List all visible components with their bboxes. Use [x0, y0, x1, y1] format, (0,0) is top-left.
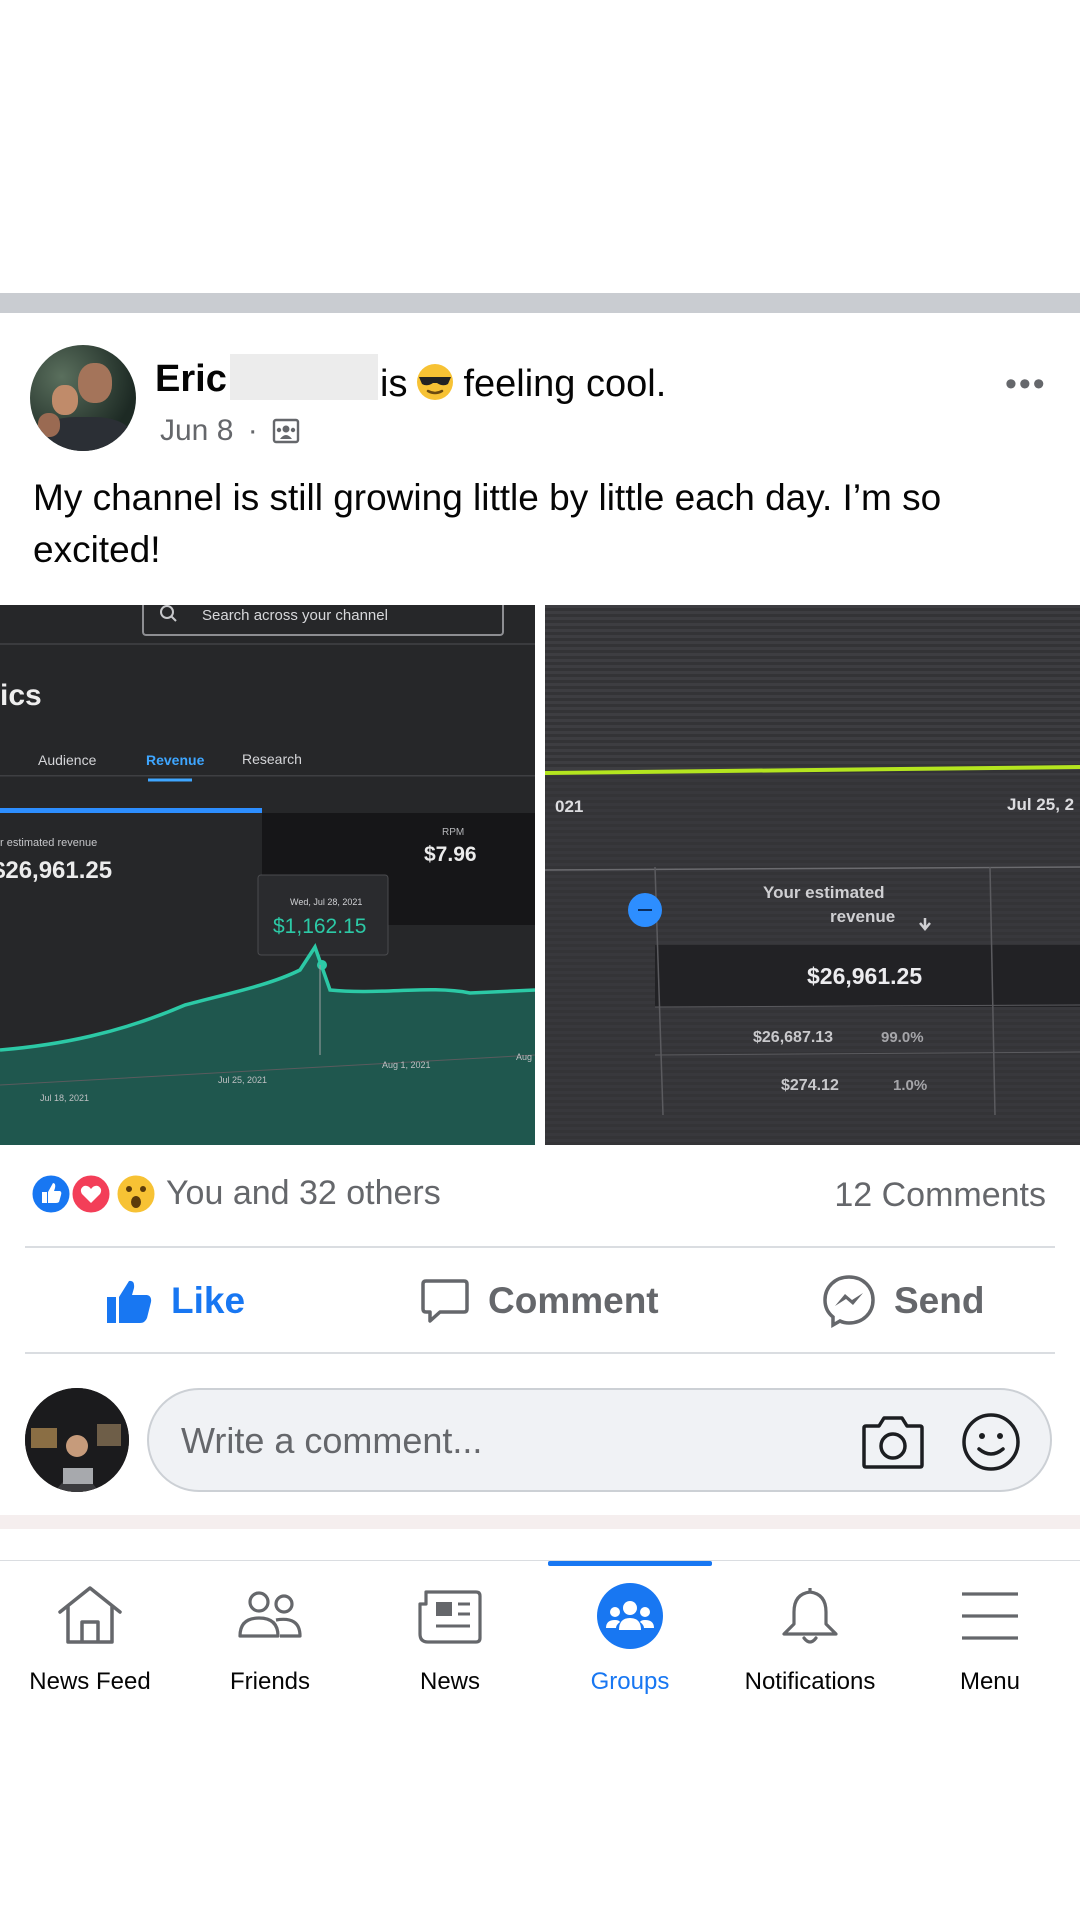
tabbar-border — [0, 1560, 1080, 1561]
friends-icon — [238, 1591, 302, 1638]
tab-notifications[interactable]: Notifications — [720, 1580, 900, 1695]
bell-icon — [782, 1588, 838, 1644]
divider-bottom — [25, 1352, 1055, 1354]
groups-icon — [597, 1583, 663, 1649]
table-header-line2: revenue — [830, 907, 896, 926]
comment-input[interactable]: Write a comment... — [147, 1388, 1052, 1492]
photo-analytics-chart[interactable]: Search across your channel ics Audience … — [0, 605, 535, 1145]
tab-friends[interactable]: Friends — [180, 1580, 360, 1695]
comment-label: Comment — [488, 1280, 659, 1321]
tab-menu-label: Menu — [959, 1668, 1021, 1695]
comments-count[interactable]: 12 Comments — [834, 1176, 1046, 1215]
tab-menu[interactable]: Menu — [900, 1580, 1080, 1695]
tab-news-feed[interactable]: News Feed — [0, 1580, 180, 1695]
redacted-surname — [230, 354, 378, 400]
tab-notifications-label: Notifications — [744, 1668, 876, 1695]
photo-revenue-table[interactable]: 021 Jul 25, 2 Your estimated revenue $26… — [545, 605, 1080, 1145]
viewer-avatar-graphic — [25, 1388, 129, 1492]
tab-friends-label: Friends — [229, 1668, 311, 1695]
chart-tab-revenue: Revenue — [146, 752, 205, 768]
cool-face-emoji-icon — [417, 364, 454, 400]
send-label: Send — [894, 1280, 985, 1321]
audience-group-icon — [272, 418, 300, 444]
news-icon — [418, 1590, 482, 1644]
chart-revenue-value: $26,961.25 — [0, 857, 113, 884]
chart-tick-1: Jul 18, 2021 — [40, 1093, 90, 1103]
post-date[interactable]: Jun 8 — [160, 414, 233, 447]
chart-tick-4: Aug — [516, 1052, 533, 1062]
table-row2-value: $274.12 — [781, 1077, 839, 1094]
chart-tab-research: Research — [242, 751, 302, 767]
tab-news-feed-label: News Feed — [29, 1668, 151, 1695]
post-meta: Jun 8 · — [160, 414, 300, 448]
section-divider — [0, 1515, 1080, 1529]
table-header-line1: Your estimated — [763, 883, 885, 902]
author-avatar[interactable] — [30, 345, 136, 451]
chart-tooltip-date: Wed, Jul 28, 2021 — [290, 897, 363, 907]
active-tab-indicator — [548, 1561, 712, 1566]
table-top-right: Jul 25, 2 — [1007, 795, 1075, 814]
chart-tick-2: Jul 25, 2021 — [218, 1075, 268, 1085]
feed-separator — [0, 293, 1080, 313]
chart-rpm-label: RPM — [442, 827, 465, 838]
comment-placeholder: Write a comment... — [181, 1420, 483, 1461]
tab-groups-label: Groups — [590, 1668, 670, 1695]
comment-bubble-icon — [421, 1279, 469, 1323]
table-row1-value: $26,687.13 — [753, 1029, 834, 1046]
divider-top — [25, 1246, 1055, 1248]
post-text: My channel is still growing little by li… — [33, 477, 942, 570]
thumbs-up-icon — [107, 1280, 152, 1323]
chart-section-title: ics — [0, 679, 42, 712]
messenger-icon — [823, 1275, 875, 1328]
photo-revenue-graphic — [545, 765, 1080, 1145]
feeling-text: feeling cool. — [463, 363, 667, 405]
tab-news-label: News — [419, 1668, 480, 1695]
viewer-avatar[interactable] — [25, 1388, 129, 1492]
feeling-status: is feeling cool. — [380, 362, 666, 406]
reaction-icons-graphic — [29, 1172, 158, 1216]
tab-groups[interactable]: Groups — [540, 1580, 720, 1695]
emoji-smiley-icon[interactable] — [961, 1412, 1021, 1472]
chart-tooltip-value: $1,162.15 — [273, 915, 367, 938]
camera-icon[interactable] — [861, 1414, 925, 1470]
comment-button[interactable]: Comment — [420, 1266, 659, 1336]
chart-search-text: Search across your channel — [202, 607, 388, 624]
tab-news[interactable]: News — [360, 1580, 540, 1695]
table-row1-pct: 99.0% — [881, 1029, 924, 1046]
table-row2-pct: 1.0% — [893, 1077, 928, 1094]
chart-rpm-value: $7.96 — [424, 843, 477, 866]
meta-separator: · — [247, 414, 258, 447]
reaction-icons[interactable] — [29, 1172, 160, 1216]
chart-revenue-label: r estimated revenue — [0, 837, 98, 849]
send-button[interactable]: Send — [822, 1266, 984, 1336]
home-icon — [58, 1586, 122, 1644]
menu-icon — [962, 1592, 1018, 1640]
table-total: $26,961.25 — [807, 963, 923, 989]
like-button[interactable]: Like — [105, 1266, 245, 1336]
author-name[interactable]: Eric — [155, 358, 227, 401]
chart-tick-3: Aug 1, 2021 — [382, 1060, 431, 1070]
chart-tab-audience: Audience — [38, 752, 97, 768]
reactions-summary[interactable]: You and 32 others — [166, 1174, 441, 1213]
like-label: Like — [171, 1280, 246, 1321]
table-top-left: 021 — [555, 797, 584, 816]
more-options-button[interactable]: ••• — [1005, 365, 1047, 404]
feeling-prefix: is — [380, 363, 408, 405]
